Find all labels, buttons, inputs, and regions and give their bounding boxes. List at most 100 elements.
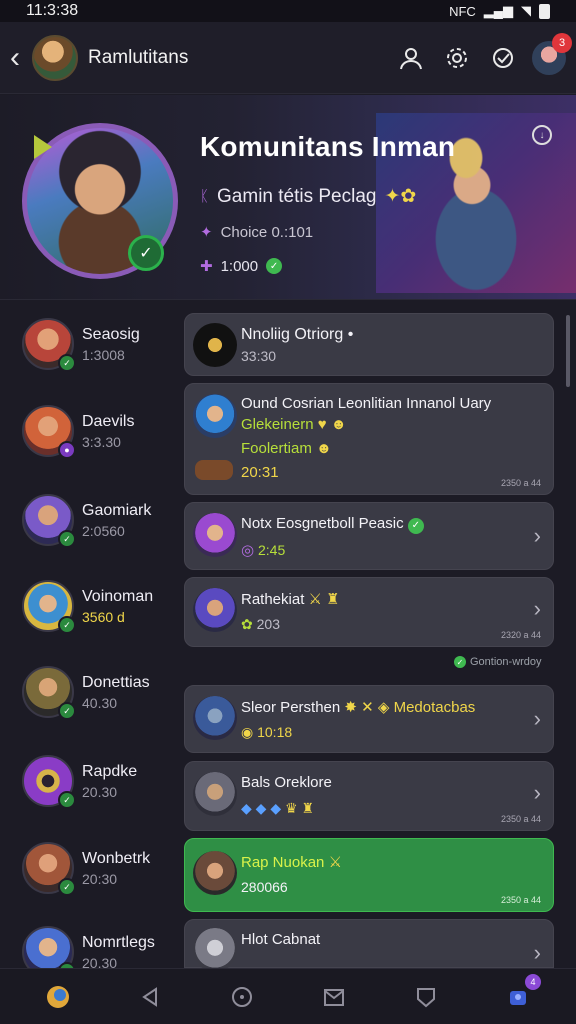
gem-icons: ◆ ◆ ◆	[241, 800, 282, 816]
check-badge-icon[interactable]	[488, 43, 518, 73]
card-avatar	[193, 588, 237, 632]
status-check-icon: ✓	[58, 354, 76, 372]
contact-name: Gaomiark	[82, 501, 152, 519]
back-arrow-icon[interactable]: ‹	[10, 42, 28, 73]
scrollbar[interactable]	[566, 315, 570, 387]
user-avatar[interactable]: 3	[532, 32, 572, 75]
contact-avatar: ✓	[22, 842, 76, 896]
chevron-right-icon[interactable]: ›	[534, 596, 541, 622]
profile-icon[interactable]	[396, 43, 426, 73]
card-gem-row: ◆ ◆ ◆ ♛ ♜	[241, 800, 314, 817]
status-icons: NFC ▂▄▆ ◥	[449, 3, 550, 19]
contact-item[interactable]: ✓ Voinoman 3560 d	[22, 580, 153, 634]
card-title-text: Notx Eosgnetboll Peasic	[241, 515, 404, 532]
contact-item[interactable]: ✓ Gaomiark 2:0560	[22, 494, 152, 548]
status-check-icon: ✓	[58, 791, 76, 809]
chevron-right-icon[interactable]: ›	[534, 940, 541, 966]
card-sub-text: 203	[256, 616, 280, 632]
contact-item[interactable]: ✓ Wonbetrk 20:30	[22, 842, 150, 896]
contact-item[interactable]: ✓ Rapdke 20.30	[22, 755, 138, 809]
contact-name: Daevils	[82, 412, 135, 430]
nfc-icon: NFC	[449, 3, 476, 19]
home-app-icon[interactable]	[43, 982, 73, 1012]
card-sub-text: 10:18	[257, 724, 293, 740]
contact-item[interactable]: ● Daevils 3:3.30	[22, 405, 135, 459]
contact-avatar: ✓	[22, 666, 76, 720]
card-title-text: Rap Nuokan	[241, 854, 325, 871]
card-sub-text: Foolertiam	[241, 440, 312, 457]
card-sub-line: Glekeinern ♥ ☻	[241, 416, 347, 433]
sword-icon: ⚔	[328, 854, 343, 871]
chevron-right-icon[interactable]: ›	[534, 780, 541, 806]
chevron-right-icon[interactable]: ›	[534, 706, 541, 732]
card-avatar	[193, 851, 237, 895]
wifi-icon: ◥	[521, 3, 531, 18]
shield-nav-icon[interactable]	[411, 982, 441, 1012]
card-subtitle: ◉ 10:18	[241, 724, 292, 741]
message-card-highlighted[interactable]: Rap Nuokan ⚔ 280066 2350 a 44	[184, 838, 554, 912]
status-check-icon: ✓	[58, 878, 76, 896]
card-avatar	[193, 323, 237, 367]
emoji-icons: ♥ ☻	[317, 416, 347, 433]
settings-gear-icon[interactable]	[442, 43, 472, 73]
card-timestamp: 2350 a 44	[500, 895, 541, 905]
contact-name: Nomrtlegs	[82, 933, 155, 951]
contact-item[interactable]: ✓ Donettias 40.30	[22, 666, 150, 720]
card-avatar	[193, 696, 237, 740]
leaf-icon: ✿	[241, 616, 253, 632]
contact-avatar: ✓	[22, 580, 76, 634]
card-subtitle: ◎ 2:45	[241, 541, 285, 559]
message-card[interactable]: Hlot Cabnat ›	[184, 919, 554, 972]
notification-badge: 3	[552, 32, 572, 53]
contact-avatar: ●	[22, 405, 76, 459]
message-card[interactable]: Sleor Persthen ✸ ✕ ◈ Medotacbas ◉ 10:18 …	[184, 685, 554, 753]
card-title: Nnoliig Otriorg •	[241, 326, 353, 344]
message-card[interactable]: Rathekiat ⚔ ♜ ✿ 203 › 2320 a 44	[184, 577, 554, 647]
message-card[interactable]: Ound Cosrian Leonlitian Innanol Uary Gle…	[184, 383, 554, 495]
card-title: Hlot Cabnat	[241, 931, 321, 948]
card-title: Sleor Persthen ✸ ✕ ◈ Medotacbas	[241, 698, 475, 716]
contact-name: Rapdke	[82, 762, 138, 780]
hero-subtitle: ᛕ Gamin tétis Peclag ✦✿	[200, 185, 416, 208]
group-label: ✓ Gontion-wrdoy	[454, 656, 542, 668]
smile-icon: ☻	[316, 440, 332, 457]
contact-time: 3560 d	[82, 608, 125, 625]
chevron-right-icon[interactable]: ›	[534, 523, 541, 549]
item-icons: ✸ ✕ ◈	[344, 699, 390, 716]
plus-icon: ✚	[200, 258, 213, 275]
message-card[interactable]: Bals Oreklore ◆ ◆ ◆ ♛ ♜ › 2350 a 44	[184, 761, 554, 831]
nav-badge: 4	[525, 973, 541, 990]
card-timestamp: 2350 a 44	[500, 814, 541, 824]
hero-stat-row: ✦ Choice 0.:101	[200, 223, 313, 242]
contact-item[interactable]: ✓ Seaosig 1:3008	[22, 318, 140, 372]
card-avatar	[193, 513, 237, 557]
home-nav-icon[interactable]	[227, 982, 257, 1012]
card-title-text: Sleor Persthen	[241, 699, 341, 716]
message-card[interactable]: Notx Eosgnetboll Peasic ✓ ◎ 2:45 ›	[184, 502, 554, 570]
online-check-icon: ✓	[266, 258, 283, 274]
card-timestamp: 2320 a 44	[500, 630, 541, 640]
hero-members-row: ✚ 1:000 ✓	[200, 257, 283, 275]
card-title: Notx Eosgnetboll Peasic ✓	[241, 515, 424, 534]
status-bar: 11:3:38 NFC ▂▄▆ ◥	[0, 0, 576, 22]
community-avatar[interactable]	[32, 34, 78, 81]
contact-time: 20:30	[82, 870, 118, 887]
card-subtitle: 280066	[241, 879, 288, 895]
contact-time: 20.30	[82, 783, 118, 800]
card-sub-text: 2:45	[257, 542, 286, 558]
mail-nav-icon[interactable]	[319, 982, 349, 1012]
info-menu-icon[interactable]: ↓	[532, 125, 552, 145]
message-card[interactable]: Nnoliig Otriorg • 33:30	[184, 313, 554, 376]
card-avatar	[193, 394, 237, 438]
profile-nav-icon[interactable]: 4	[503, 973, 541, 1012]
bullet-icon: ᛕ	[200, 188, 210, 205]
back-nav-icon[interactable]	[135, 982, 165, 1012]
status-check-icon: ✓	[58, 616, 76, 634]
bottom-navigation: 4	[0, 968, 576, 1024]
card-time: 20:31	[241, 464, 279, 481]
card-subtitle: 33:30	[241, 348, 277, 364]
hero-line3: 1:000	[220, 257, 259, 275]
sparkle-icon: ✦✿	[384, 186, 417, 207]
sword-icons: ⚔ ♜	[308, 591, 340, 608]
card-timestamp: 2350 a 44	[500, 478, 541, 488]
